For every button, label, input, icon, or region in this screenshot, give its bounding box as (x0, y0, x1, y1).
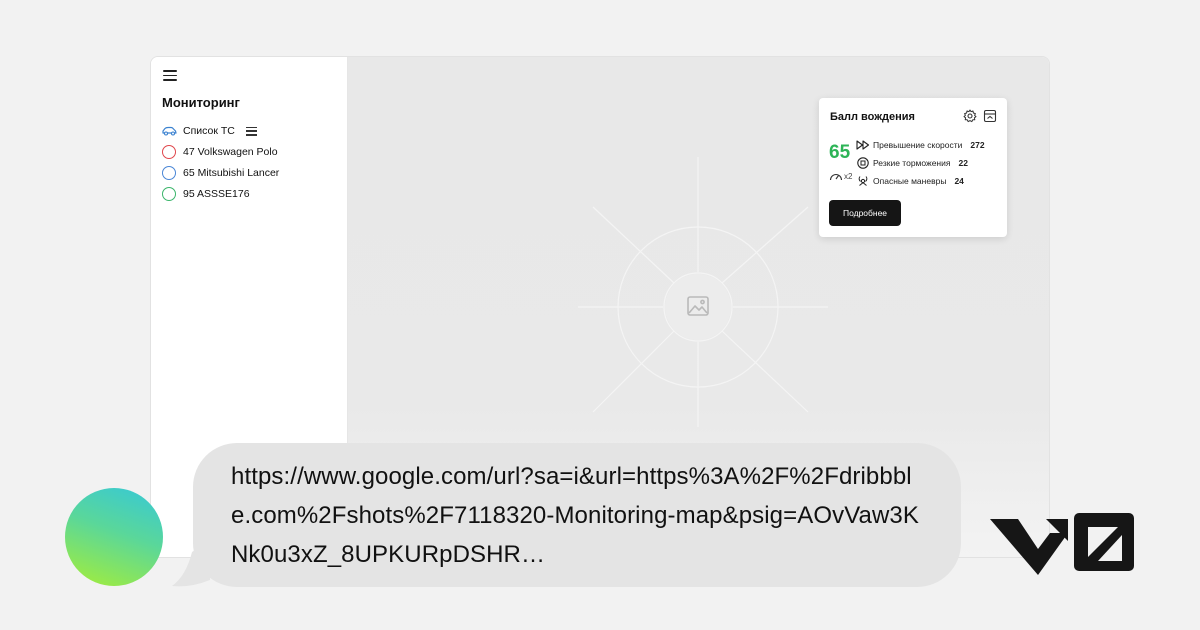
vehicle-item-assse[interactable]: 95 ASSSE176 (162, 186, 250, 202)
metric-maneuvers: Опасные маневры 24 (856, 175, 964, 187)
metric-label: Превышение скорости (873, 140, 963, 150)
speedometer-icon (829, 174, 843, 181)
metric-braking: Резкие торможения 22 (856, 157, 968, 169)
driving-score: 65 (829, 142, 851, 163)
fast-forward-icon (856, 140, 870, 150)
list-menu-icon[interactable] (245, 126, 257, 136)
gear-icon[interactable] (963, 109, 977, 123)
hamburger-menu-icon[interactable] (163, 70, 177, 82)
brand-logo (990, 513, 1134, 575)
metric-value: 24 (954, 176, 964, 186)
vehicle-item-lancer[interactable]: 65 Mitsubishi Lancer (162, 165, 279, 181)
vehicle-list-label: Список ТС (183, 125, 235, 137)
vehicle-label: 47 Volkswagen Polo (183, 146, 278, 158)
metric-speeding: Превышение скорости 272 (856, 139, 985, 151)
vehicle-label: 65 Mitsubishi Lancer (183, 167, 280, 179)
car-icon (162, 126, 177, 136)
status-ring-icon (162, 145, 176, 159)
metric-label: Опасные маневры (873, 176, 947, 186)
metric-label: Резкие торможения (873, 158, 951, 168)
score-multiplier: x2 (829, 171, 852, 181)
metric-value: 22 (958, 158, 968, 168)
status-ring-icon (162, 166, 176, 180)
vehicle-list-header[interactable]: Список ТС (162, 123, 257, 139)
card-title: Балл вождения (830, 111, 915, 123)
chat-bubble: https://www.google.com/url?sa=i&url=http… (193, 443, 961, 587)
driving-score-card: Балл вождения 65 x2 Превышение скорости … (819, 98, 1007, 237)
multiplier-text: x2 (844, 171, 853, 181)
collapse-icon[interactable] (983, 109, 997, 123)
avatar (65, 488, 163, 586)
vehicle-label: 95 ASSSE176 (183, 188, 250, 200)
sidebar-title: Мониторинг (162, 95, 240, 110)
details-button[interactable]: Подробнее (829, 200, 901, 226)
hazard-icon (858, 176, 868, 186)
bubble-url-text: https://www.google.com/url?sa=i&url=http… (231, 463, 919, 568)
status-ring-icon (162, 187, 176, 201)
brake-icon (857, 157, 869, 169)
metric-value: 272 (970, 140, 985, 150)
vehicle-item-polo[interactable]: 47 Volkswagen Polo (162, 144, 278, 160)
